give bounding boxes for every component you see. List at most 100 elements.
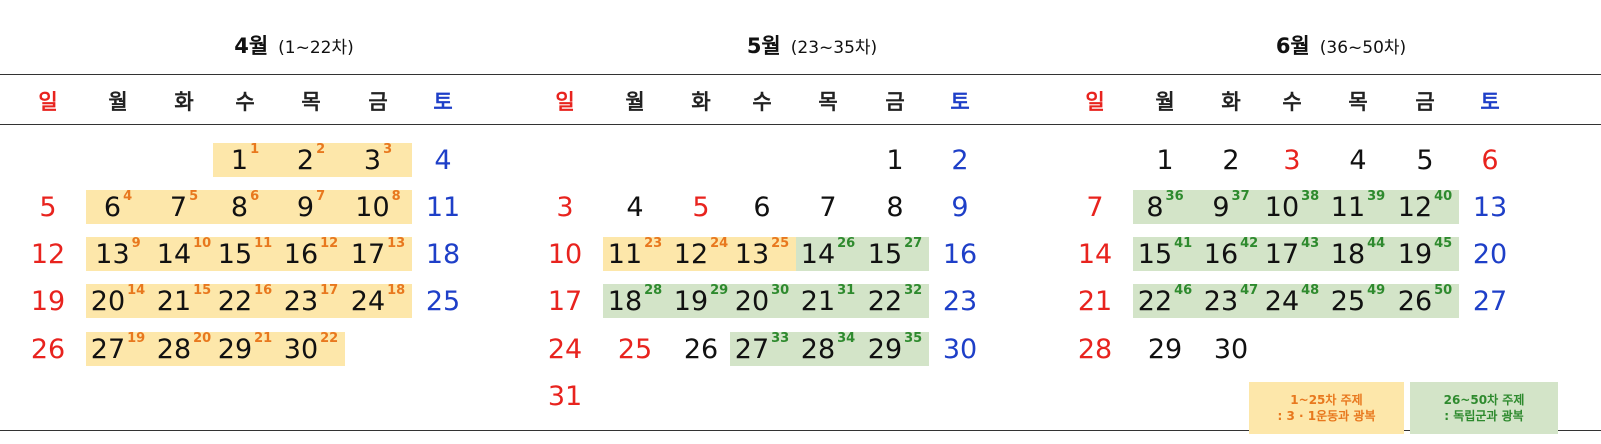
day-number: 3: [556, 191, 574, 223]
day-number: 13: [1472, 191, 1508, 223]
session-number: 30: [771, 282, 790, 298]
day-cell: 11: [410, 187, 476, 227]
day-number: 17: [547, 285, 583, 317]
day-cell: 8: [862, 187, 928, 227]
day-cell: 9: [927, 187, 993, 227]
session-number: 1: [250, 141, 260, 157]
session-number: 33: [771, 330, 790, 346]
session-number: 45: [1434, 235, 1453, 251]
day-number: 5: [39, 191, 57, 223]
day-number: 29: [217, 333, 253, 365]
day-cell: 24 18: [345, 281, 411, 321]
session-number: 11: [254, 235, 273, 251]
session-number: 15: [193, 282, 212, 298]
day-cell: 21 31: [795, 281, 861, 321]
day-number: 24: [350, 285, 386, 317]
day-cell: 13 9: [85, 234, 151, 274]
day-cell: 5: [15, 187, 81, 227]
day-cell: 24: [532, 329, 598, 369]
day-cell: 18 28: [602, 281, 668, 321]
session-number: 16: [254, 282, 273, 298]
day-cell: 2: [1198, 140, 1264, 180]
day-number: 23: [1203, 285, 1239, 317]
day-cell: 6: [729, 187, 795, 227]
session-number: 39: [1367, 188, 1386, 204]
day-cell: 15 11: [212, 234, 278, 274]
legend-yellow-line1: 1~25차 주제: [1290, 393, 1363, 407]
day-cell: 6: [1457, 140, 1523, 180]
day-number: 24: [547, 333, 583, 365]
session-number: 26: [837, 235, 856, 251]
day-number: 21: [156, 285, 192, 317]
day-cell: 22: [278, 140, 344, 180]
header-divider: [0, 124, 1601, 125]
session-number: 40: [1434, 188, 1453, 204]
day-number: 20: [1472, 238, 1508, 270]
day-number: 6: [753, 191, 771, 223]
day-number: 16: [1203, 238, 1239, 270]
day-number: 1: [1156, 144, 1174, 176]
day-cell: 13 25: [729, 234, 795, 274]
day-cell: 19 45: [1392, 234, 1458, 274]
day-number: 9: [296, 191, 315, 223]
day-number: 24: [1264, 285, 1300, 317]
weekday-header: 화: [174, 90, 194, 114]
session-number: 47: [1240, 282, 1259, 298]
weekday-header: 수: [1282, 90, 1302, 114]
day-cell: 10 38: [1259, 187, 1325, 227]
weekday-header: 화: [691, 90, 711, 114]
day-number: 8: [1146, 191, 1164, 223]
weekday-header: 목: [1348, 90, 1368, 114]
day-number: 14: [800, 238, 836, 270]
session-number: 24: [710, 235, 729, 251]
session-number: 44: [1367, 235, 1386, 251]
day-cell: 14 10: [151, 234, 217, 274]
session-number: 22: [320, 330, 339, 346]
weekday-header: 화: [1221, 90, 1241, 114]
weekday-header: 수: [752, 90, 772, 114]
legend-green: 26~50차 주제 : 독립군과 광복: [1410, 382, 1558, 434]
day-number: 1: [886, 144, 904, 176]
day-cell: 28: [1062, 329, 1128, 369]
day-number: 11: [1330, 191, 1366, 223]
day-number: 10: [355, 191, 390, 223]
session-number: 18: [387, 282, 406, 298]
day-cell: 12: [15, 234, 81, 274]
session-number: 8: [391, 188, 401, 204]
day-cell: 18 44: [1325, 234, 1391, 274]
day-number: 26: [30, 333, 66, 365]
month-name: 4월: [234, 34, 269, 58]
day-cell: 97: [278, 187, 344, 227]
day-cell: 31: [532, 376, 598, 416]
session-number: 14: [127, 282, 146, 298]
day-number: 22: [217, 285, 253, 317]
day-number: 26: [683, 333, 719, 365]
day-number: 10: [547, 238, 583, 270]
day-number: 6: [1481, 144, 1499, 176]
legend-green-line2: : 독립군과 광복: [1444, 409, 1524, 423]
month-range: (1~22차): [278, 38, 354, 58]
day-number: 12: [30, 238, 66, 270]
session-number: 35: [904, 330, 923, 346]
session-number: 31: [837, 282, 856, 298]
day-cell: 17 13: [345, 234, 411, 274]
day-cell: 3: [532, 187, 598, 227]
day-number: 2: [296, 144, 315, 176]
day-cell: 86: [212, 187, 278, 227]
session-number: 20: [193, 330, 212, 346]
day-number: 14: [1077, 238, 1113, 270]
day-cell: 18: [410, 234, 476, 274]
session-number: 32: [904, 282, 923, 298]
day-cell: 15 41: [1132, 234, 1198, 274]
session-number: 41: [1174, 235, 1193, 251]
day-number: 17: [350, 238, 386, 270]
day-cell: 5: [668, 187, 734, 227]
day-number: 25: [425, 285, 461, 317]
day-cell: 10: [532, 234, 598, 274]
day-cell: 4: [1325, 140, 1391, 180]
day-cell: 4: [410, 140, 476, 180]
day-cell: 75: [151, 187, 217, 227]
day-cell: 27 33: [729, 329, 795, 369]
session-number: 46: [1174, 282, 1193, 298]
weekday-header: 일: [1085, 90, 1105, 114]
